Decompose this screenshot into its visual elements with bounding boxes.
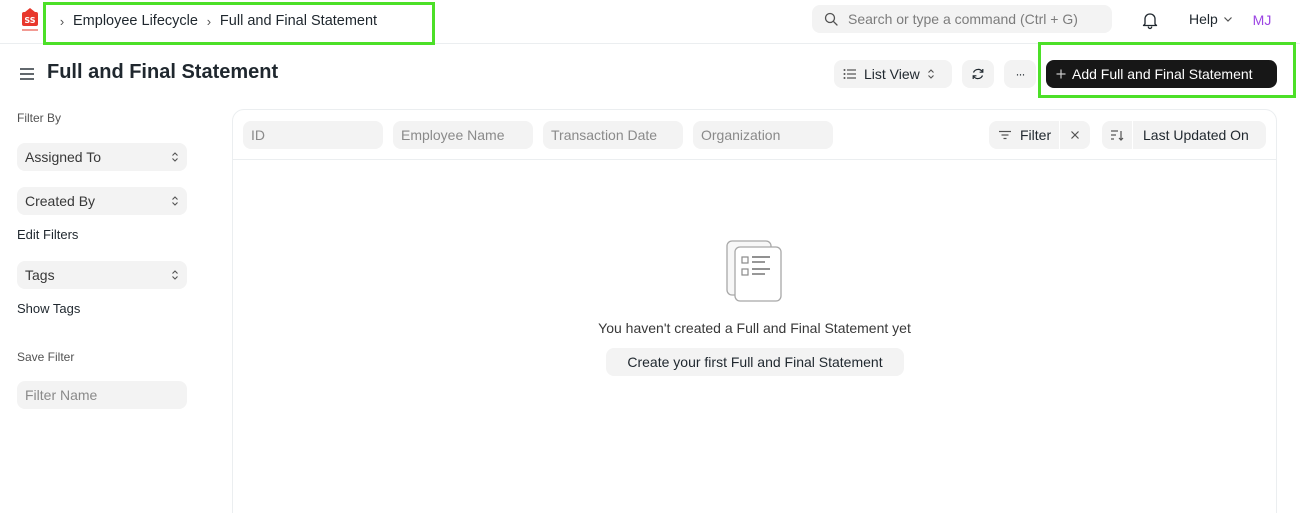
avatar[interactable]: MJ (1248, 8, 1276, 32)
help-label: Help (1189, 11, 1218, 27)
help-dropdown[interactable]: Help (1189, 11, 1233, 27)
svg-text:SS: SS (24, 16, 35, 25)
created-by-select[interactable]: Created By (17, 187, 187, 215)
employee-name-filter-input[interactable] (393, 121, 533, 149)
show-tags-link[interactable]: Show Tags (17, 301, 80, 316)
select-arrows-icon (927, 69, 934, 79)
sidebar-toggle-icon[interactable] (19, 66, 35, 82)
select-arrows-icon (172, 152, 178, 162)
add-full-and-final-statement-button[interactable]: Add Full and Final Statement (1046, 60, 1277, 88)
clear-filters-button[interactable] (1060, 121, 1090, 149)
navbar: SS › Employee Lifecycle › Full and Final… (0, 0, 1300, 44)
awesome-bar[interactable] (812, 5, 1112, 33)
list-frame: Filter Last Updated On You (232, 109, 1277, 513)
breadcrumb: › Employee Lifecycle › Full and Final St… (57, 11, 377, 31)
breadcrumb-full-and-final-statement[interactable]: Full and Final Statement (220, 13, 377, 29)
organization-filter-input[interactable] (693, 121, 833, 149)
empty-state-message: You haven't created a Full and Final Sta… (598, 320, 911, 336)
id-filter-input[interactable] (243, 121, 383, 149)
search-input[interactable] (848, 11, 1108, 27)
tags-select[interactable]: Tags (17, 261, 187, 289)
chevron-down-icon (1223, 17, 1232, 22)
more-actions-button[interactable]: ··· (1004, 60, 1036, 88)
plus-icon (1056, 69, 1066, 79)
empty-list-illustration-icon (726, 240, 782, 302)
sort-by-button[interactable]: Last Updated On (1133, 121, 1266, 149)
select-arrows-icon (172, 196, 178, 206)
tags-label: Tags (25, 267, 55, 283)
filter-by-label: Filter By (17, 111, 62, 125)
select-arrows-icon (172, 270, 178, 280)
list-view-switcher[interactable]: List View (834, 60, 952, 88)
more-icon: ··· (1015, 67, 1026, 81)
refresh-icon (972, 68, 984, 80)
transaction-date-filter-input[interactable] (543, 121, 683, 149)
close-icon (1071, 131, 1079, 139)
save-filter-label: Save Filter (17, 350, 75, 364)
create-first-record-button[interactable]: Create your first Full and Final Stateme… (606, 348, 904, 376)
filter-icon (999, 130, 1011, 140)
list-icon (843, 69, 856, 79)
sort-descending-icon (1111, 130, 1124, 141)
add-button-label: Add Full and Final Statement (1072, 66, 1253, 82)
assigned-to-select[interactable]: Assigned To (17, 143, 187, 171)
search-icon (824, 12, 838, 26)
breadcrumb-employee-lifecycle[interactable]: Employee Lifecycle (73, 13, 198, 29)
page-title: Full and Final Statement (47, 61, 279, 83)
chevron-right-icon: › (59, 13, 65, 29)
edit-filters-link[interactable]: Edit Filters (17, 227, 78, 242)
app-logo-icon[interactable]: SS (19, 6, 41, 34)
sort-direction-button[interactable] (1102, 121, 1132, 149)
filter-name-input[interactable] (17, 381, 187, 409)
refresh-button[interactable] (962, 60, 994, 88)
list-filter-bar: Filter Last Updated On (233, 110, 1276, 160)
created-by-label: Created By (25, 193, 96, 209)
filter-button[interactable]: Filter (989, 121, 1059, 149)
notification-bell-icon[interactable] (1140, 10, 1160, 30)
list-view-label: List View (864, 66, 920, 82)
filter-label: Filter (1020, 127, 1052, 143)
assigned-to-label: Assigned To (25, 149, 102, 165)
chevron-right-icon: › (206, 13, 212, 29)
